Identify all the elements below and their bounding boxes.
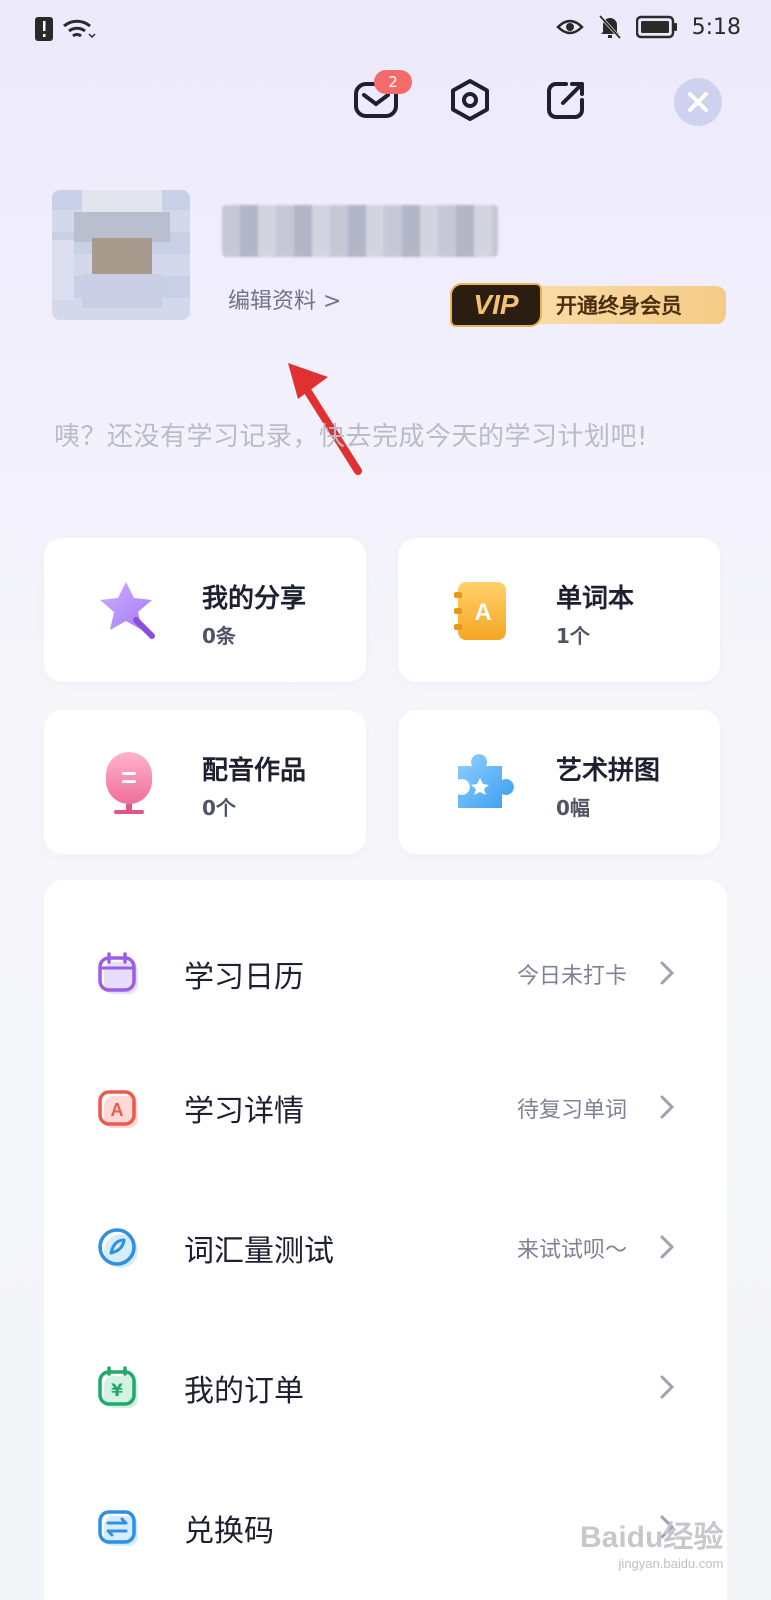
chevron-right-icon: [660, 1235, 675, 1259]
vip-label: 开通终身会员: [534, 286, 726, 324]
word-card-icon: A: [98, 1090, 138, 1128]
menu-label: 词汇量测试: [184, 1234, 334, 1269]
menu-label: 学习日历: [184, 960, 304, 995]
calendar-icon: [98, 952, 138, 994]
card-title: 艺术拼图: [556, 756, 661, 786]
vip-banner[interactable]: VIP 开通终身会员: [450, 283, 726, 327]
empty-study-message: 咦？还没有学习记录，快去完成今天的学习计划吧!: [54, 422, 648, 452]
sim-alert-icon: [35, 17, 53, 41]
card-wordbook[interactable]: A 单词本 1个: [398, 538, 720, 682]
wifi-icon: [63, 19, 96, 39]
svg-text:A: A: [111, 1100, 124, 1120]
watermark-url: jingyan.baidu.com: [618, 1556, 724, 1571]
card-title: 单词本: [556, 584, 635, 614]
status-time: 5:18: [691, 14, 741, 40]
compass-icon: [98, 1228, 138, 1268]
svg-text:A: A: [474, 599, 491, 626]
exchange-icon: [98, 1510, 138, 1546]
svg-text:¥: ¥: [111, 1381, 123, 1401]
eye-icon: [555, 19, 584, 35]
menu-item-study-calendar[interactable]: 学习日历 今日未打卡: [44, 922, 727, 1032]
magic-wand-star-icon: [100, 582, 155, 639]
share-icon: [547, 82, 584, 119]
menu-item-study-details[interactable]: A 学习详情 待复习单词: [44, 1056, 727, 1166]
yuan-order-icon: ¥: [98, 1366, 138, 1408]
close-icon: [688, 92, 708, 112]
message-count-badge: 2: [374, 70, 412, 94]
battery-icon: [635, 15, 677, 39]
menu-subtext: 来试试呗～: [516, 1238, 627, 1263]
status-bar: 5:18: [0, 0, 771, 58]
puzzle-piece-icon: [458, 754, 514, 808]
menu-item-vocab-test[interactable]: 词汇量测试 来试试呗～: [44, 1196, 727, 1306]
card-count: 0幅: [556, 796, 590, 820]
menu-subtext: 待复习单词: [516, 1098, 627, 1123]
card-dubbing-works[interactable]: 配音作品 0个: [44, 710, 366, 854]
username: [222, 205, 498, 257]
chevron-right-icon: [660, 1375, 675, 1399]
wordbook-icon: A: [454, 582, 506, 640]
card-count: 0条: [202, 624, 236, 648]
card-art-puzzle[interactable]: 艺术拼图 0幅: [398, 710, 720, 854]
close-button[interactable]: [674, 78, 722, 126]
menu-label: 我的订单: [184, 1374, 304, 1409]
edit-profile-link[interactable]: 编辑资料 >: [228, 283, 341, 315]
card-my-share[interactable]: 我的分享 0条: [44, 538, 366, 682]
microphone-icon: [106, 752, 152, 814]
settings-hexagon-icon: [451, 79, 489, 121]
messages-button[interactable]: 2: [350, 70, 412, 126]
card-count: 1个: [556, 624, 590, 648]
card-title: 我的分享: [202, 584, 307, 614]
watermark-brand: Baidu经验: [580, 1521, 724, 1554]
card-title: 配音作品: [202, 756, 307, 786]
card-count: 0个: [202, 796, 236, 820]
avatar[interactable]: [52, 190, 190, 320]
chevron-right-icon: [660, 961, 675, 985]
menu-panel: 学习日历 今日未打卡 A 学习详情 待复习单词 词汇量测试 来试试呗～ ¥ 我的…: [44, 880, 727, 1600]
share-button[interactable]: [540, 74, 592, 126]
vip-tag: VIP: [450, 283, 542, 327]
menu-subtext: 今日未打卡: [516, 964, 627, 989]
menu-label: 学习详情: [184, 1094, 304, 1129]
settings-button[interactable]: [444, 74, 496, 126]
baidu-watermark: Baidu经验 jingyan.baidu.com: [580, 1512, 723, 1571]
menu-label: 兑换码: [184, 1514, 274, 1549]
menu-item-my-orders[interactable]: ¥ 我的订单: [44, 1336, 727, 1446]
chevron-right-icon: [660, 1095, 675, 1119]
mute-bell-icon: [598, 14, 621, 40]
